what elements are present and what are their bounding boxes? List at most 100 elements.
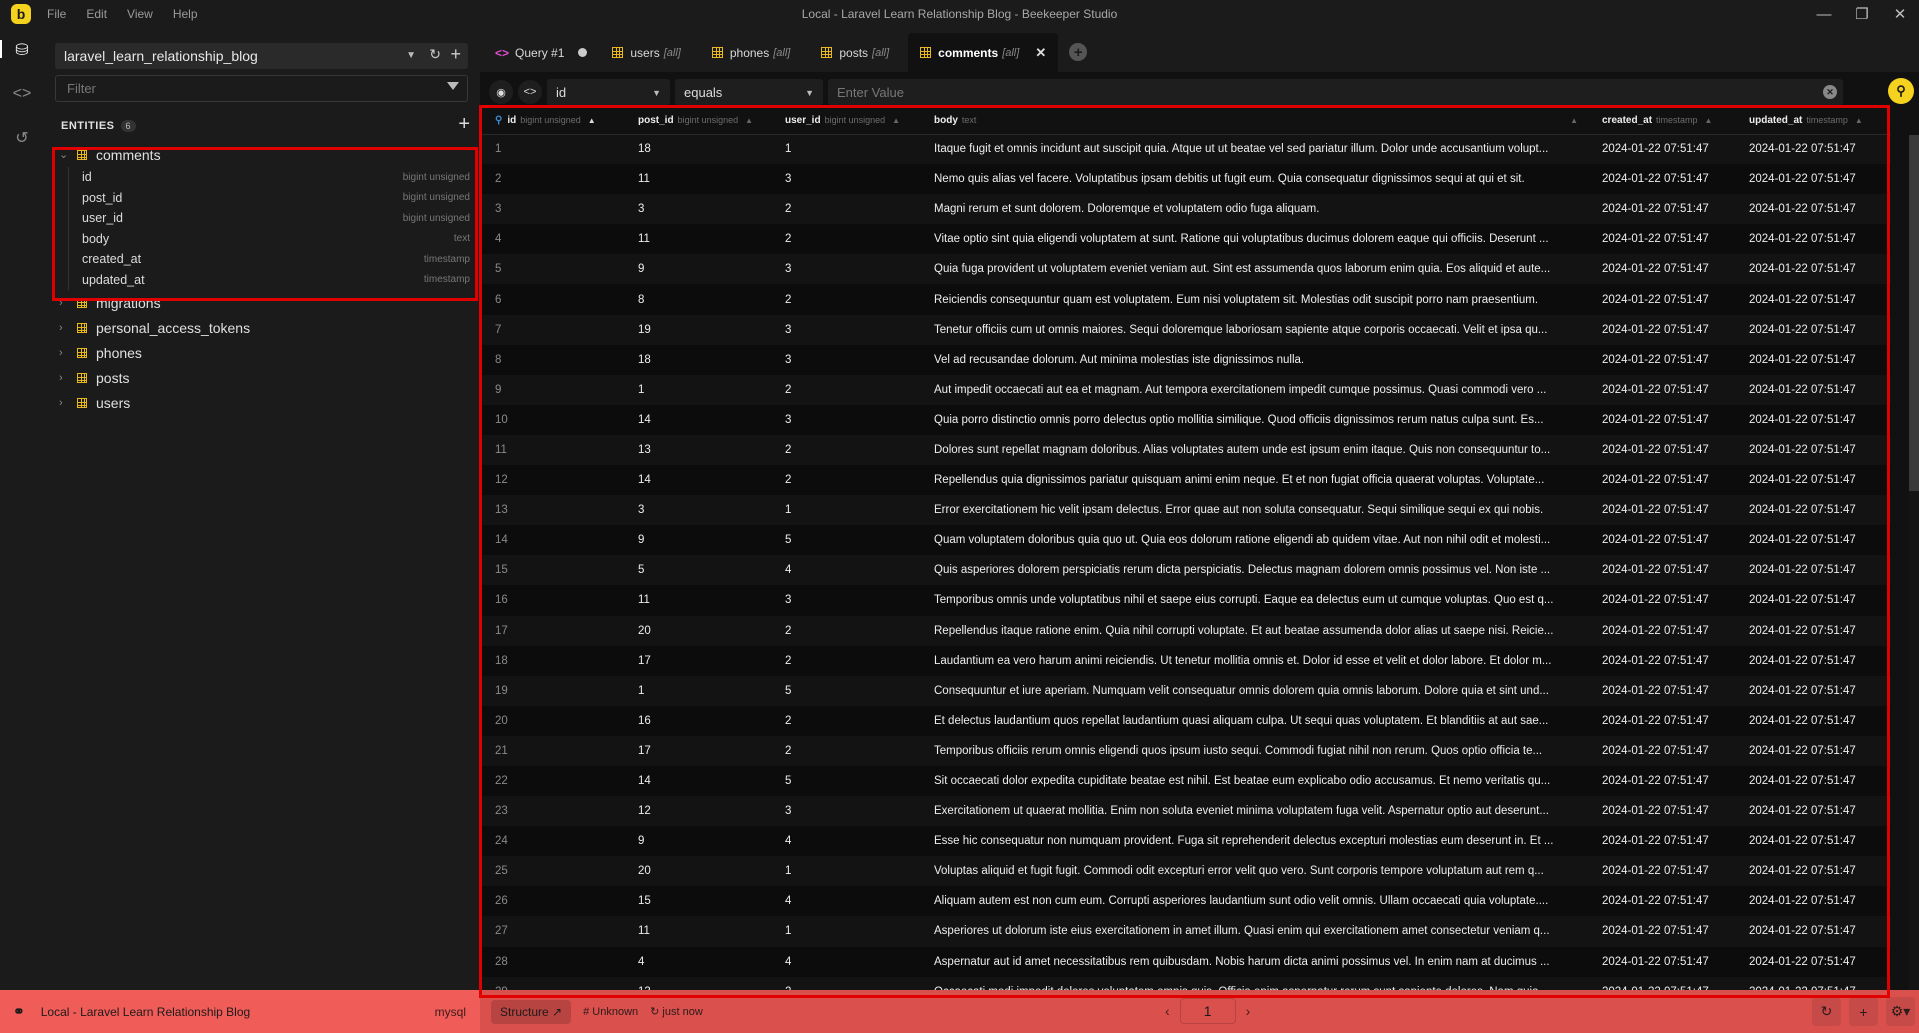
cell-id[interactable]: 8	[481, 344, 624, 375]
column-header-body[interactable]: body text ▲	[920, 107, 1588, 135]
cell-created-at[interactable]: 2024-01-22 07:51:47	[1588, 645, 1735, 676]
cell-post-id[interactable]: 3	[624, 495, 771, 526]
column-item[interactable]: id bigint unsigned	[69, 167, 480, 188]
cell-post-id[interactable]: 9	[624, 525, 771, 556]
column-header-created-at[interactable]: created_at timestamp ▲	[1588, 107, 1735, 135]
cell-post-id[interactable]: 12	[624, 796, 771, 827]
sort-asc-icon[interactable]: ▲	[588, 116, 596, 125]
table-row[interactable]: 28 4 4 Aspernatur aut id amet necessitatibu…	[481, 946, 1891, 977]
cell-user-id[interactable]: 2	[771, 284, 920, 315]
cell-body[interactable]: Temporibus officiis rerum omnis eligendi…	[920, 735, 1588, 766]
chevron-right-icon[interactable]: ›	[59, 347, 73, 359]
cell-post-id[interactable]: 17	[624, 735, 771, 766]
cell-created-at[interactable]: 2024-01-22 07:51:47	[1588, 555, 1735, 586]
cell-user-id[interactable]: 3	[771, 254, 920, 285]
column-item[interactable]: body text	[69, 229, 480, 250]
cell-created-at[interactable]: 2024-01-22 07:51:47	[1588, 134, 1735, 165]
table-item-phones[interactable]: › phones	[44, 340, 480, 365]
column-header-updated-at[interactable]: updated_at timestamp ▲	[1735, 107, 1891, 135]
cell-post-id[interactable]: 9	[624, 254, 771, 285]
next-page-button[interactable]: ›	[1246, 1003, 1251, 1019]
cell-body[interactable]: Aspernatur aut id amet necessitatibus re…	[920, 946, 1588, 977]
chevron-right-icon[interactable]: ›	[59, 372, 73, 384]
cell-post-id[interactable]: 14	[624, 404, 771, 435]
cell-user-id[interactable]: 2	[771, 615, 920, 646]
cell-created-at[interactable]: 2024-01-22 07:51:47	[1588, 404, 1735, 435]
table-row[interactable]: 26 15 4 Aliquam autem est non cum eum. Corr…	[481, 886, 1891, 917]
refresh-button[interactable]: ↻	[1812, 997, 1841, 1026]
cell-user-id[interactable]: 5	[771, 675, 920, 706]
tab-users[interactable]: users [all]	[600, 33, 693, 72]
cell-post-id[interactable]: 18	[624, 344, 771, 375]
cell-created-at[interactable]: 2024-01-22 07:51:47	[1588, 886, 1735, 917]
cell-id[interactable]: 20	[481, 705, 624, 736]
cell-created-at[interactable]: 2024-01-22 07:51:47	[1588, 976, 1735, 990]
cell-body[interactable]: Vel ad recusandae dolorum. Aut minima mo…	[920, 344, 1588, 375]
menu-help[interactable]: Help	[173, 7, 198, 21]
cell-updated-at[interactable]: 2024-01-22 07:51:47	[1735, 374, 1891, 405]
table-row[interactable]: 3 3 2 Magni rerum et sunt dolorem. Doloremq…	[481, 194, 1891, 225]
cell-created-at[interactable]: 2024-01-22 07:51:47	[1588, 164, 1735, 195]
table-row[interactable]: 13 3 1 Error exercitationem hic velit ipsam…	[481, 495, 1891, 526]
cell-created-at[interactable]: 2024-01-22 07:51:47	[1588, 314, 1735, 345]
table-row[interactable]: 16 11 3 Temporibus omnis unde voluptatibus …	[481, 585, 1891, 616]
cell-created-at[interactable]: 2024-01-22 07:51:47	[1588, 194, 1735, 225]
cell-id[interactable]: 3	[481, 194, 624, 225]
cell-created-at[interactable]: 2024-01-22 07:51:47	[1588, 856, 1735, 887]
sort-icon[interactable]: ▲	[745, 116, 753, 125]
cell-body[interactable]: Quam voluptatem doloribus quia quo ut. Q…	[920, 525, 1588, 556]
filter-value-field[interactable]: ✕	[828, 79, 1843, 105]
cell-updated-at[interactable]: 2024-01-22 07:51:47	[1735, 344, 1891, 375]
cell-user-id[interactable]: 3	[771, 404, 920, 435]
cell-id[interactable]: 5	[481, 254, 624, 285]
scrollbar-thumb[interactable]	[1909, 135, 1919, 491]
cell-updated-at[interactable]: 2024-01-22 07:51:47	[1735, 134, 1891, 165]
cell-user-id[interactable]: 4	[771, 946, 920, 977]
cell-post-id[interactable]: 14	[624, 765, 771, 797]
cell-post-id[interactable]: 1	[624, 374, 771, 405]
prev-page-button[interactable]: ‹	[1165, 1003, 1170, 1019]
tab-comments[interactable]: comments [all] ✕	[908, 33, 1059, 72]
cell-post-id[interactable]: 8	[624, 284, 771, 315]
cell-user-id[interactable]: 5	[771, 525, 920, 556]
table-row[interactable]: 6 8 2 Reiciendis consequuntur quam est volu…	[481, 284, 1891, 315]
column-item[interactable]: created_at timestamp	[69, 249, 480, 270]
cell-body[interactable]: Dolores sunt repellat magnam doloribus. …	[920, 434, 1588, 466]
cell-body[interactable]: Voluptas aliquid et fugit fugit. Commodi…	[920, 856, 1588, 887]
cell-post-id[interactable]: 11	[624, 916, 771, 947]
table-row[interactable]: 25 20 1 Voluptas aliquid et fugit fugit. Co…	[481, 856, 1891, 887]
cell-created-at[interactable]: 2024-01-22 07:51:47	[1588, 585, 1735, 616]
add-connection-icon[interactable]: +	[450, 44, 461, 65]
chevron-right-icon[interactable]: ›	[59, 397, 73, 409]
cell-id[interactable]: 29	[481, 976, 624, 990]
table-item-personal-access-tokens[interactable]: › personal_access_tokens	[44, 315, 480, 340]
table-row[interactable]: 4 11 2 Vitae optio sint quia eligendi volup…	[481, 224, 1891, 255]
cell-body[interactable]: Error exercitationem hic velit ipsam del…	[920, 495, 1588, 526]
cell-id[interactable]: 28	[481, 946, 624, 977]
cell-created-at[interactable]: 2024-01-22 07:51:47	[1588, 224, 1735, 255]
cell-created-at[interactable]: 2024-01-22 07:51:47	[1588, 615, 1735, 646]
clear-filter-icon[interactable]: ✕	[1823, 85, 1837, 99]
cell-id[interactable]: 18	[481, 645, 624, 676]
cell-id[interactable]: 16	[481, 585, 624, 616]
cell-id[interactable]: 23	[481, 796, 624, 827]
cell-post-id[interactable]: 9	[624, 826, 771, 857]
column-header-user-id[interactable]: user_id bigint unsigned ▲	[771, 107, 920, 135]
cell-post-id[interactable]: 13	[624, 434, 771, 466]
cell-user-id[interactable]: 4	[771, 555, 920, 586]
cell-updated-at[interactable]: 2024-01-22 07:51:47	[1735, 404, 1891, 435]
cell-updated-at[interactable]: 2024-01-22 07:51:47	[1735, 164, 1891, 195]
menu-file[interactable]: File	[47, 7, 66, 21]
cell-id[interactable]: 13	[481, 495, 624, 526]
table-row[interactable]: 5 9 3 Quia fuga provident ut voluptatem eve…	[481, 254, 1891, 285]
entity-filter-input[interactable]	[67, 81, 427, 96]
cell-created-at[interactable]: 2024-01-22 07:51:47	[1588, 675, 1735, 706]
filter-operator-select[interactable]: equals ▼	[675, 79, 823, 105]
chevron-down-icon[interactable]: ⌄	[59, 148, 73, 161]
cell-updated-at[interactable]: 2024-01-22 07:51:47	[1735, 194, 1891, 225]
cell-user-id[interactable]: 2	[771, 194, 920, 225]
cell-created-at[interactable]: 2024-01-22 07:51:47	[1588, 796, 1735, 827]
cell-updated-at[interactable]: 2024-01-22 07:51:47	[1735, 645, 1891, 676]
new-tab-button[interactable]: +	[1069, 43, 1088, 61]
cell-id[interactable]: 21	[481, 735, 624, 766]
